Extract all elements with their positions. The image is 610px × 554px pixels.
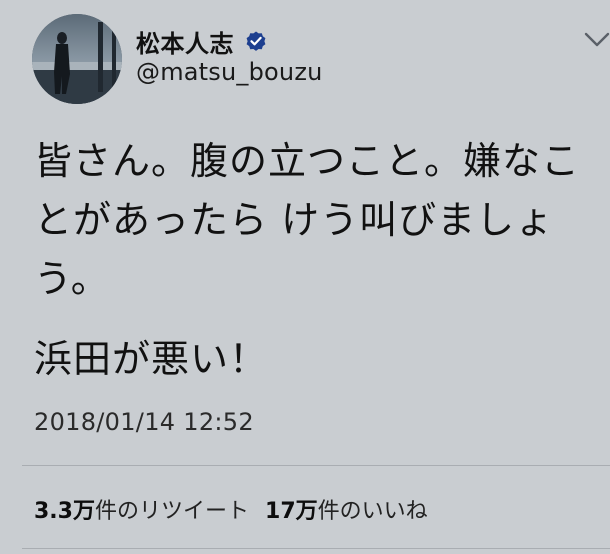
like-count-label: 件のいいね — [317, 499, 428, 524]
avatar[interactable] — [32, 14, 122, 104]
tweet-timestamp[interactable]: 2018/01/14 12:52 — [34, 408, 254, 436]
chevron-down-icon[interactable] — [580, 22, 610, 56]
retweet-count-unit: 万 — [72, 499, 95, 524]
tweet-body-line: 浜田が悪い！ — [34, 337, 269, 381]
user-handle[interactable]: @matsu_bouzu — [136, 58, 323, 86]
like-count[interactable]: 17 万 件のいいね — [265, 493, 428, 525]
avatar-photo — [32, 14, 122, 104]
display-name[interactable]: 松本人志 — [136, 24, 234, 59]
verified-badge-icon — [246, 31, 266, 51]
retweet-count-number: 3.3 — [34, 499, 73, 524]
like-count-number: 17 — [265, 499, 296, 524]
display-name-row: 松本人志 — [136, 24, 268, 58]
divider — [22, 465, 610, 466]
divider — [22, 548, 610, 549]
retweet-count[interactable]: 3.3 万 件のリツイート — [34, 493, 249, 525]
tweet-body: 皆さん。腹の立つこと。嫌なこ とがあったら けう叫びましょ う。 — [34, 139, 581, 301]
retweet-count-label: 件のリツイート — [95, 499, 250, 524]
engagement-stats: 3.3 万 件のリツイート 17 万 件のいいね — [34, 493, 428, 525]
tweet-detail: 松本人志 @matsu_bouzu 皆さん。腹の立つこと。嫌なこ とがあったら … — [0, 0, 610, 554]
like-count-unit: 万 — [295, 499, 318, 524]
